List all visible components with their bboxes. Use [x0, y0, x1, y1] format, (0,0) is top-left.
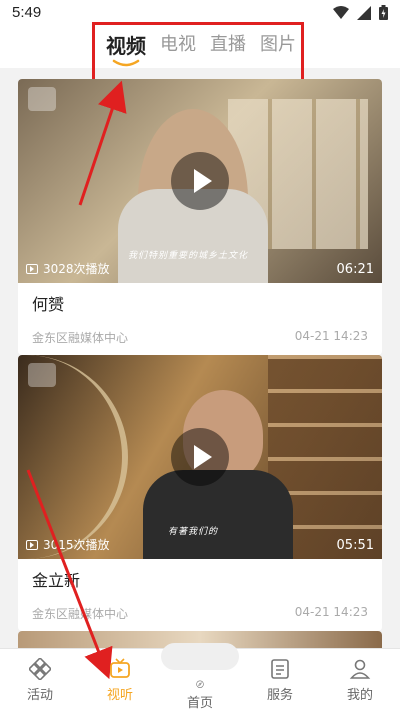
video-thumbnail[interactable]: 我们特别重要的城乡土文化 3028次播放 06:21 — [18, 79, 382, 283]
video-source: 金东区融媒体中心 — [32, 607, 129, 621]
video-title[interactable]: 何赟 — [18, 283, 382, 315]
video-meta: 金东区融媒体中心 04-21 14:23 — [18, 315, 382, 355]
channel-logo — [28, 87, 56, 111]
view-count-text: 3028次播放 — [43, 262, 110, 276]
video-caption: 我们特别重要的城乡土文化 — [128, 251, 249, 261]
signal-icon — [357, 5, 371, 20]
play-button[interactable] — [171, 428, 229, 486]
activity-icon — [29, 657, 51, 680]
play-button[interactable] — [171, 152, 229, 210]
channel-logo — [28, 363, 56, 387]
status-icons — [333, 5, 388, 20]
nav-services[interactable]: 服务 — [240, 649, 320, 711]
video-date: 04-21 14:23 — [294, 605, 368, 619]
document-icon — [271, 658, 289, 679]
nav-audiovisual[interactable]: 视听 — [80, 649, 160, 711]
view-count: 3015次播放 — [26, 536, 110, 553]
nav-profile-label: 我的 — [346, 687, 373, 703]
video-title[interactable]: 金立新 — [18, 559, 382, 591]
bottom-nav-bar: 活动 视听 首页 服务 我的 — [0, 643, 400, 711]
compass-icon — [196, 680, 204, 688]
video-duration: 05:51 — [336, 538, 374, 553]
video-card[interactable]: 我们特别重要的城乡土文化 3028次播放 06:21 何赟 金东区融媒体中心 0… — [18, 79, 382, 355]
video-meta: 金东区融媒体中心 04-21 14:23 — [18, 591, 382, 631]
person-icon — [349, 659, 371, 679]
video-source: 金东区融媒体中心 — [32, 331, 129, 345]
status-time: 5:49 — [12, 4, 42, 21]
play-count-icon — [26, 539, 38, 550]
tv-icon — [110, 657, 130, 678]
video-feed[interactable]: 我们特别重要的城乡土文化 3028次播放 06:21 何赟 金东区融媒体中心 0… — [0, 68, 400, 648]
nav-profile[interactable]: 我的 — [320, 649, 400, 711]
view-count: 3028次播放 — [26, 260, 110, 277]
nav-activity[interactable]: 活动 — [0, 649, 80, 711]
battery-icon — [379, 5, 388, 20]
video-duration: 06:21 — [336, 262, 374, 277]
play-count-icon — [26, 263, 38, 274]
nav-home[interactable]: 首页 — [160, 643, 240, 711]
nav-home-label: 首页 — [186, 696, 213, 711]
home-highlight-bubble — [161, 643, 239, 670]
nav-audiovisual-label: 视听 — [106, 687, 133, 703]
view-count-text: 3015次播放 — [43, 538, 110, 552]
nav-activity-label: 活动 — [26, 687, 53, 703]
video-date: 04-21 14:23 — [294, 329, 368, 343]
video-card[interactable]: 有著我们的 3015次播放 05:51 金立新 金东区融媒体中心 04-21 1… — [18, 355, 382, 631]
video-caption: 有著我们的 — [168, 527, 219, 537]
person-body-graphic — [143, 470, 293, 559]
nav-services-label: 服务 — [266, 687, 293, 703]
video-thumbnail[interactable]: 有著我们的 3015次播放 05:51 — [18, 355, 382, 559]
wifi-icon — [333, 5, 349, 19]
